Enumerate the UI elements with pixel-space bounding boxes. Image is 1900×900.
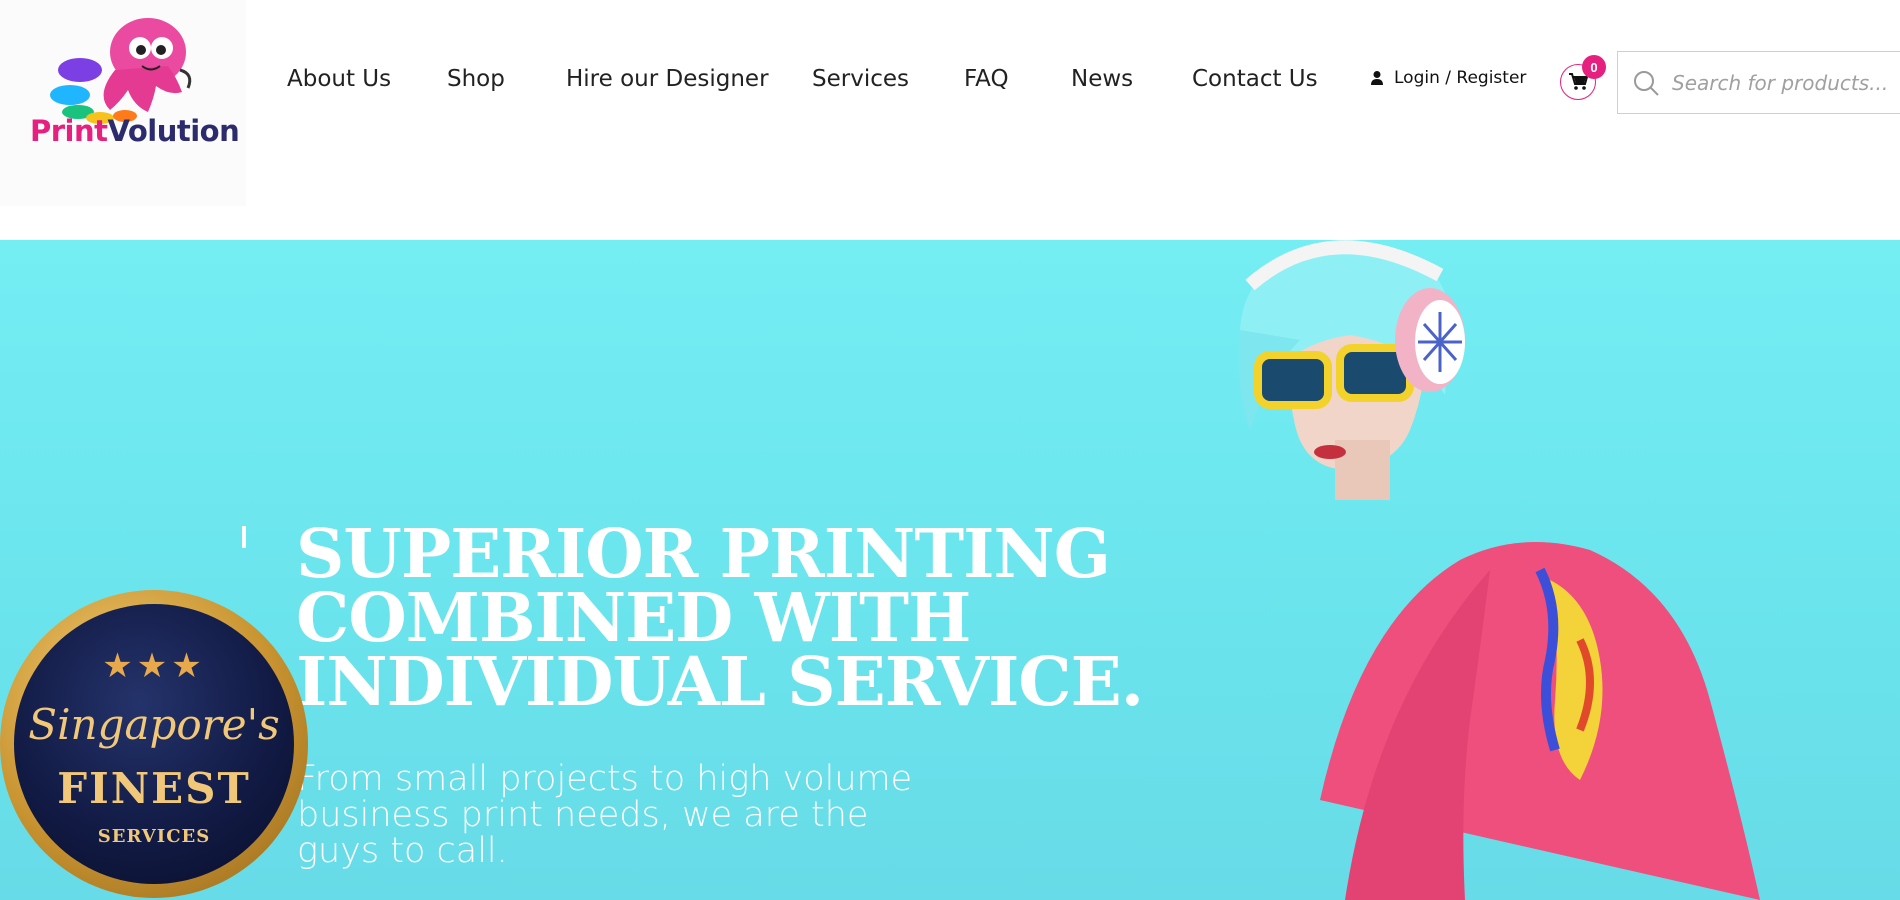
nav-shop[interactable]: Shop	[447, 66, 505, 92]
hero-subtitle: From small projects to high volume busin…	[297, 761, 912, 869]
hero-title-line-1: SUPERIOR PRINTING	[296, 514, 1111, 593]
badge-inner: ★★★ Singapore's FINEST SERVICES	[14, 604, 294, 884]
logo-text-print: Print	[30, 114, 108, 148]
hero-model-image	[1238, 240, 1760, 900]
badge-line-services: SERVICES	[97, 826, 211, 847]
cart-count-badge: 0	[1582, 55, 1606, 79]
nav-about-us[interactable]: About Us	[287, 66, 391, 92]
singapores-finest-badge[interactable]: ★★★ Singapore's FINEST SERVICES	[0, 590, 308, 898]
octopus-logo-icon	[50, 18, 192, 124]
hero-title-line-2: COMBINED WITH	[296, 578, 971, 657]
site-header: PrintVolution About Us Shop Hire our Des…	[0, 0, 1900, 240]
hero-title: SUPERIOR PRINTING COMBINED WITH INDIVIDU…	[296, 514, 1144, 721]
user-icon	[1371, 71, 1383, 85]
nav-faq[interactable]: FAQ	[964, 66, 1009, 92]
hero-accent-mark	[242, 526, 246, 548]
nav-hire-designer[interactable]: Hire our Designer	[566, 66, 769, 92]
nav-news[interactable]: News	[1071, 66, 1133, 92]
search-input[interactable]	[1672, 70, 1900, 95]
badge-line-finest: FINEST	[57, 764, 251, 813]
hero-subtitle-line-3: guys to call.	[297, 831, 508, 871]
logo-text-volution: Volution	[107, 114, 240, 148]
login-register-label: Login / Register	[1394, 68, 1527, 88]
nav-contact-us[interactable]: Contact Us	[1192, 66, 1318, 92]
logo[interactable]: PrintVolution	[0, 0, 246, 206]
badge-line-singapores: Singapore's	[28, 700, 280, 749]
hero-title-line-3: INDIVIDUAL SERVICE.	[296, 642, 1144, 721]
badge-stars-icon: ★★★	[102, 647, 206, 685]
nav-services[interactable]: Services	[812, 66, 909, 92]
login-register-link[interactable]: Login / Register	[1370, 68, 1526, 88]
search-icon[interactable]	[1632, 69, 1660, 97]
product-search	[1617, 51, 1900, 114]
logo-text: PrintVolution	[30, 114, 240, 148]
hero-subtitle-line-2: business print needs, we are the	[297, 795, 869, 835]
hero-subtitle-line-1: From small projects to high volume	[297, 759, 913, 799]
